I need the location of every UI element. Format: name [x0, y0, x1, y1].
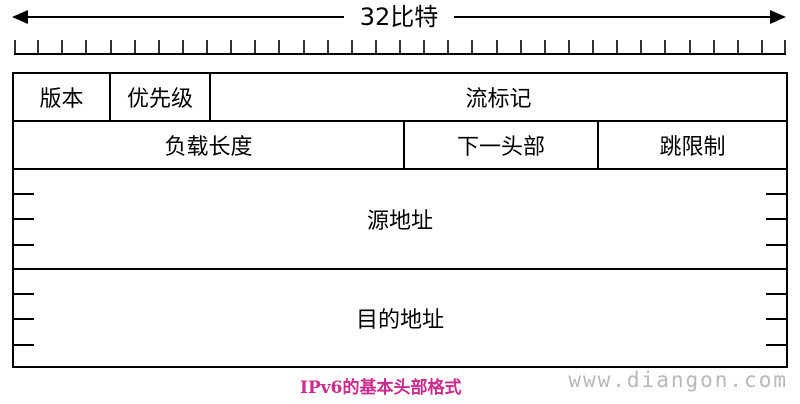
width-arrow-line-left [26, 16, 344, 18]
field-flow-label-label: 流标记 [465, 87, 532, 112]
field-next-header: 下一头部 [405, 122, 599, 170]
field-destination-address: 目的地址 [14, 270, 786, 366]
field-payload-length-label: 负载长度 [164, 135, 253, 160]
field-priority-label: 优先级 [126, 87, 193, 112]
field-source-address-label: 源地址 [366, 209, 433, 234]
field-hop-limit: 跳限制 [599, 122, 786, 170]
field-next-header-label: 下一头部 [456, 135, 545, 160]
bit-ruler [14, 40, 786, 55]
field-hop-limit-label: 跳限制 [659, 135, 726, 160]
ruler-ticks [14, 40, 786, 54]
field-version-label: 版本 [39, 87, 84, 112]
field-source-address: 源地址 [14, 170, 786, 270]
field-version: 版本 [14, 74, 111, 122]
ipv6-header-diagram: 版本 优先级 流标记 负载长度 下一头部 跳限制 源地址 目的地址 [12, 72, 788, 368]
field-flow-label: 流标记 [211, 74, 786, 122]
field-priority: 优先级 [111, 74, 211, 122]
width-label: 32比特 [344, 2, 454, 32]
field-payload-length: 负载长度 [14, 122, 405, 170]
diagram-caption: IPv6的基本头部格式 [300, 378, 462, 398]
right-arrowhead-icon [770, 10, 786, 24]
watermark: www.diangon.com [568, 368, 788, 392]
field-destination-address-label: 目的地址 [355, 308, 444, 333]
width-arrow-line-right [454, 16, 772, 18]
